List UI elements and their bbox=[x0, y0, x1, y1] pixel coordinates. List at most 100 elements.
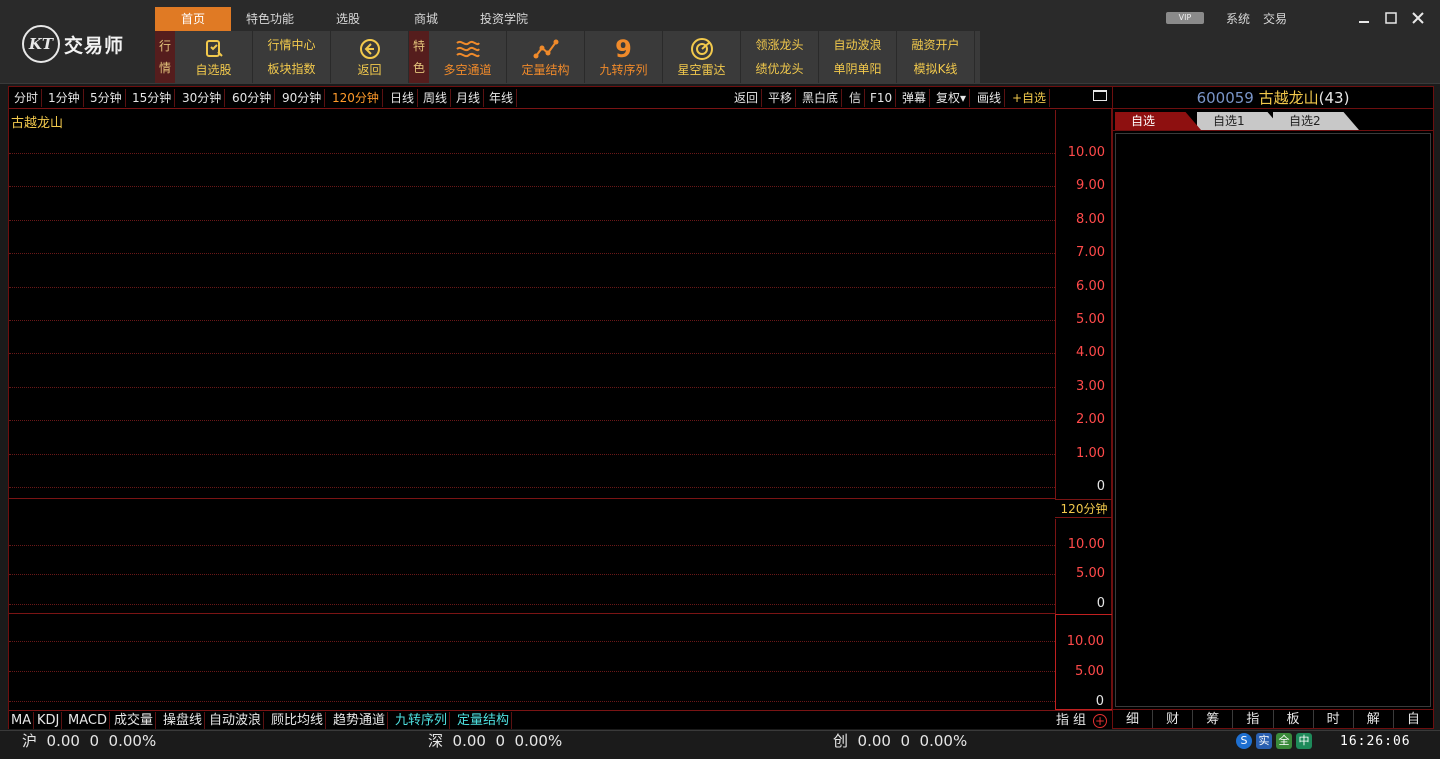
axis-label: 3.00 bbox=[1076, 379, 1105, 394]
tab-analysis[interactable]: 解 bbox=[1354, 710, 1394, 728]
axis-label: 1.00 bbox=[1076, 446, 1105, 461]
add-indicator-icon[interactable]: + bbox=[1093, 714, 1107, 728]
margin-account-link[interactable]: 融资开户 bbox=[911, 33, 959, 57]
sim-kline-link[interactable]: 模拟K线 bbox=[914, 57, 958, 81]
wave-channel-icon bbox=[455, 36, 481, 62]
period-tab[interactable]: 分时 bbox=[11, 89, 43, 107]
tab-watchlist[interactable]: 自选 bbox=[1115, 112, 1201, 130]
indicator-tab[interactable]: MACD bbox=[66, 712, 110, 729]
pan-button[interactable]: 平移 bbox=[765, 89, 797, 107]
s-status-icon[interactable]: S bbox=[1236, 733, 1252, 749]
group-label-market: 行 情 bbox=[155, 31, 175, 83]
watchlist-button[interactable]: 自选股 bbox=[175, 31, 253, 83]
watchlist-list[interactable] bbox=[1115, 133, 1431, 707]
tab-custom[interactable]: 自 bbox=[1394, 710, 1433, 728]
back-button[interactable]: 返回 bbox=[331, 31, 409, 83]
tab-watchlist-1[interactable]: 自选1 bbox=[1197, 112, 1283, 130]
indicator-zhi[interactable]: 指 bbox=[1056, 712, 1069, 729]
top-bar: KT 交易师 首页 特色功能 选股 商城 投资学院 行 情 自选股 行情中心 板… bbox=[0, 0, 1440, 84]
axis-label: 10.00 bbox=[1066, 634, 1104, 649]
star-radar-button[interactable]: 星空雷达 bbox=[663, 31, 741, 83]
market-group: 行情中心 板块指数 bbox=[253, 31, 331, 83]
indicator-tab[interactable]: KDJ bbox=[35, 712, 63, 729]
add-watchlist-button[interactable]: +自选 bbox=[1009, 89, 1051, 107]
app-logo: KT 交易师 bbox=[22, 24, 124, 64]
indicator-tab[interactable]: 趋势通道 bbox=[331, 712, 389, 729]
menu-tab-academy[interactable]: 投资学院 bbox=[465, 7, 543, 31]
axis-label: 0 bbox=[1095, 694, 1104, 709]
period-tab[interactable]: 1分钟 bbox=[45, 89, 84, 107]
indicator-group[interactable]: 组 bbox=[1073, 712, 1086, 729]
indicator-tab[interactable]: 定量结构 bbox=[455, 712, 513, 729]
chart-back-button[interactable]: 返回 bbox=[731, 89, 763, 107]
indicator-tab[interactable]: 九转序列 bbox=[393, 712, 451, 729]
multi-channel-button[interactable]: 多空通道 bbox=[429, 31, 507, 83]
draw-line-button[interactable]: 画线 bbox=[974, 89, 1006, 107]
indicator-tab[interactable]: MA bbox=[9, 712, 35, 729]
main-menu: 首页 特色功能 选股 商城 投资学院 bbox=[155, 7, 543, 31]
maximize-window-icon[interactable] bbox=[1381, 8, 1401, 28]
period-tab-active[interactable]: 120分钟 bbox=[329, 89, 383, 107]
menu-tab-stock-picking[interactable]: 选股 bbox=[309, 7, 387, 31]
lead-dragon-link[interactable]: 领涨龙头 bbox=[755, 33, 803, 57]
tab-finance[interactable]: 财 bbox=[1153, 710, 1194, 728]
axis-label: 2.00 bbox=[1076, 412, 1105, 427]
f10-button[interactable]: F10 bbox=[867, 89, 897, 107]
chinext-index[interactable]: 创 0.00 0 0.00% bbox=[833, 731, 967, 752]
adjust-dropdown[interactable]: 复权▾ bbox=[933, 89, 971, 107]
trade-menu[interactable]: 交易 bbox=[1263, 10, 1287, 27]
quant-structure-button[interactable]: 定量结构 bbox=[507, 31, 585, 83]
signal-button[interactable]: 信 bbox=[846, 89, 866, 107]
minimize-icon[interactable] bbox=[1354, 8, 1374, 28]
tab-time[interactable]: 时 bbox=[1314, 710, 1354, 728]
period-tab[interactable]: 周线 bbox=[420, 89, 452, 107]
menu-tab-features[interactable]: 特色功能 bbox=[231, 7, 309, 31]
tab-chips[interactable]: 筹 bbox=[1193, 710, 1234, 728]
period-tab[interactable]: 日线 bbox=[387, 89, 419, 107]
indicator-tab[interactable]: 顾比均线 bbox=[269, 712, 327, 729]
vip-badge[interactable]: VIP bbox=[1166, 12, 1204, 24]
realtime-status-icon[interactable]: 实 bbox=[1256, 733, 1272, 749]
black-white-button[interactable]: 黑白底 bbox=[799, 89, 843, 107]
menu-tab-mall[interactable]: 商城 bbox=[387, 7, 465, 31]
period-tab[interactable]: 5分钟 bbox=[87, 89, 126, 107]
period-tab[interactable]: 90分钟 bbox=[279, 89, 326, 107]
indicator-tab[interactable]: 操盘线 bbox=[161, 712, 206, 729]
tab-index[interactable]: 指 bbox=[1233, 710, 1274, 728]
close-icon[interactable] bbox=[1408, 8, 1428, 28]
indicator-tab[interactable]: 成交量 bbox=[112, 712, 157, 729]
shanghai-index[interactable]: 沪 0.00 0 0.00% bbox=[22, 731, 156, 752]
watchlist-tabs: 自选2 自选1 自选 bbox=[1113, 111, 1433, 131]
indicator-tab[interactable]: 自动波浪 bbox=[207, 712, 265, 729]
single-yinyang-link[interactable]: 单阴单阳 bbox=[833, 57, 881, 81]
system-menu[interactable]: 系统 bbox=[1226, 10, 1250, 27]
period-tab[interactable]: 年线 bbox=[486, 89, 518, 107]
period-tab[interactable]: 15分钟 bbox=[129, 89, 176, 107]
nine-sequence-button[interactable]: 9 九转序列 bbox=[585, 31, 663, 83]
period-tab[interactable]: 60分钟 bbox=[229, 89, 276, 107]
full-status-icon[interactable]: 全 bbox=[1276, 733, 1292, 749]
shenzhen-index[interactable]: 深 0.00 0 0.00% bbox=[428, 731, 562, 752]
danmaku-button[interactable]: 弹幕 bbox=[899, 89, 931, 107]
axis-label: 10.00 bbox=[1067, 145, 1105, 160]
sector-index-link[interactable]: 板块指数 bbox=[267, 57, 315, 81]
tab-detail[interactable]: 细 bbox=[1113, 710, 1154, 728]
signal-status-icon[interactable]: 中 bbox=[1296, 733, 1312, 749]
market-center-link[interactable]: 行情中心 bbox=[267, 33, 315, 57]
axis-label: 5.00 bbox=[1076, 566, 1105, 581]
period-readout: 120分钟 bbox=[1055, 499, 1113, 518]
toolbar: 行 情 自选股 行情中心 板块指数 返回 特 色 多空通道 定量结构 9 九转序… bbox=[155, 31, 980, 83]
menu-tab-home[interactable]: 首页 bbox=[155, 7, 231, 31]
stock-name: 古越龙山 bbox=[1258, 89, 1319, 107]
chart-maximize-icon[interactable] bbox=[1093, 90, 1107, 101]
watchlist-icon bbox=[204, 36, 224, 62]
auto-wave-link[interactable]: 自动波浪 bbox=[833, 33, 881, 57]
tab-sector[interactable]: 板 bbox=[1274, 710, 1314, 728]
tab-watchlist-2[interactable]: 自选2 bbox=[1273, 112, 1359, 130]
price-pane bbox=[9, 110, 1055, 499]
period-tab[interactable]: 30分钟 bbox=[179, 89, 226, 107]
best-dragon-link[interactable]: 绩优龙头 bbox=[755, 57, 803, 81]
period-tab[interactable]: 月线 bbox=[453, 89, 485, 107]
axis-label: 4.00 bbox=[1076, 345, 1105, 360]
axis-label: 5.00 bbox=[1076, 312, 1105, 327]
